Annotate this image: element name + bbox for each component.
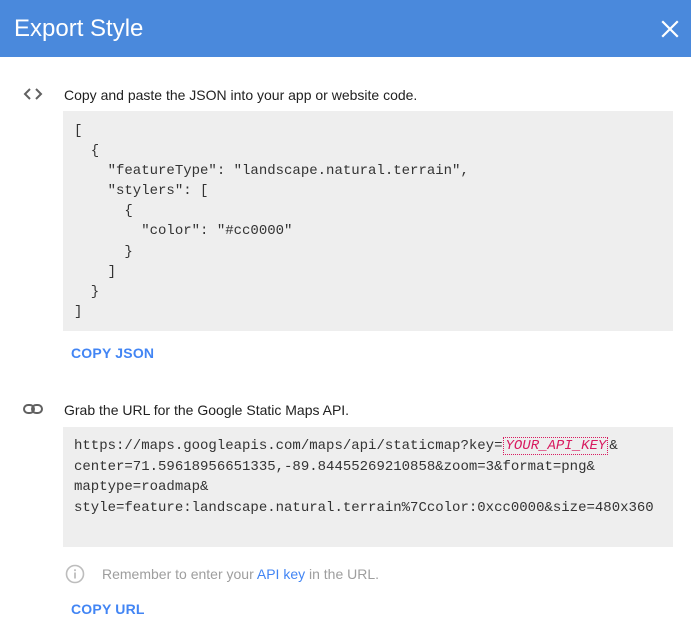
info-icon [65, 564, 85, 584]
api-key-link[interactable]: API key [257, 566, 305, 582]
code-icon [23, 88, 43, 100]
url-code-block[interactable]: https://maps.googleapis.com/maps/api/sta… [63, 427, 673, 547]
copy-json-button[interactable]: COPY JSON [71, 344, 154, 362]
json-code-block[interactable]: [ { "featureType": "landscape.natural.te… [63, 111, 673, 331]
url-instruction: Grab the URL for the Google Static Maps … [64, 402, 350, 418]
api-key-note: Remember to enter your API key in the UR… [102, 565, 379, 583]
close-button[interactable] [657, 16, 683, 42]
note-suffix: in the URL. [305, 566, 380, 582]
url-line-1: https://maps.googleapis.com/maps/api/sta… [74, 436, 673, 457]
json-instruction: Copy and paste the JSON into your app or… [64, 87, 418, 103]
url-suffix: & [609, 438, 618, 454]
url-line-3: maptype=roadmap& [74, 479, 209, 496]
json-code: [ { "featureType": "landscape.natural.te… [74, 123, 469, 320]
url-line-4: style=feature:landscape.natural.terrain%… [74, 500, 654, 517]
link-icon [23, 404, 43, 414]
dialog-title: Export Style [14, 15, 144, 42]
close-icon [661, 20, 679, 38]
url-line-2: center=71.59618956651335,-89.84455269210… [74, 458, 595, 475]
export-style-dialog: Export Style Copy and paste the JSON int… [0, 0, 691, 640]
api-key-placeholder: YOUR_API_KEY [503, 437, 609, 455]
note-prefix: Remember to enter your [102, 566, 257, 582]
copy-url-button[interactable]: COPY URL [71, 600, 145, 618]
url-prefix: https://maps.googleapis.com/maps/api/sta… [74, 438, 503, 454]
dialog-header: Export Style [0, 0, 691, 57]
